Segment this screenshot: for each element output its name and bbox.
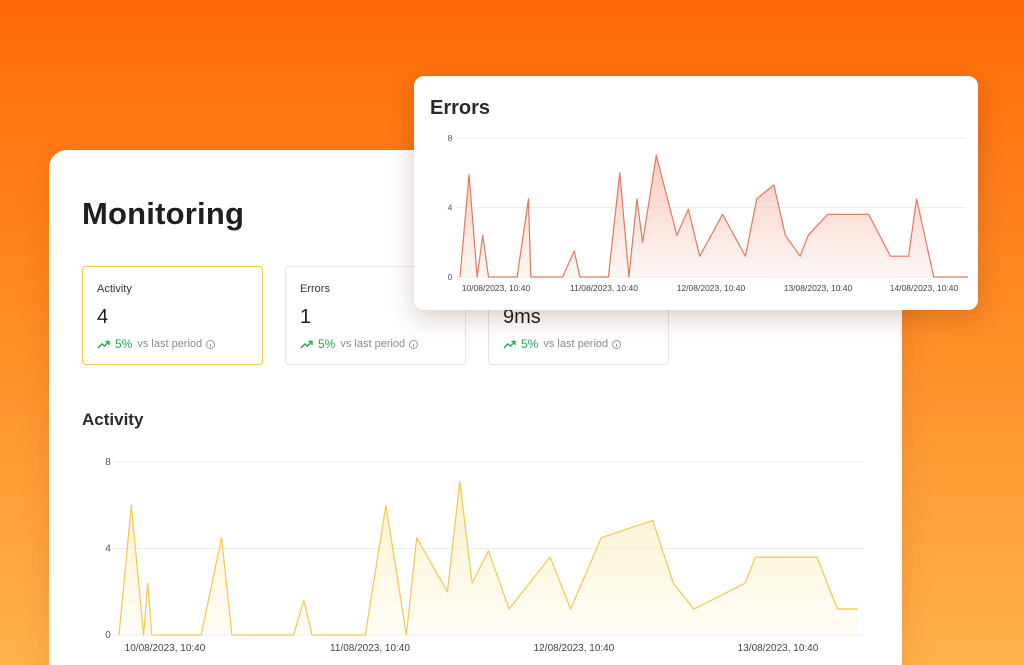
x-tick-label: 10/08/2023, 10:40 <box>462 283 531 293</box>
y-tick-label: 0 <box>105 630 111 641</box>
x-tick-label: 11/08/2023, 10:40 <box>570 283 638 293</box>
errors-chart: 0 4 8 10/08/2023, 10:40 11/08/2023, 10:40 12/… <box>448 133 968 293</box>
errors-card: Errors 0 4 8 10/08/2023, 10:40 11/08/2023, 1… <box>414 76 978 310</box>
x-tick-label: 12/08/2023, 10:40 <box>534 643 615 654</box>
y-tick-label: 8 <box>105 457 111 468</box>
x-tick-label: 14/08/2023, 10:40 <box>890 283 959 293</box>
y-tick-label: 8 <box>448 133 453 143</box>
x-tick-label: 13/08/2023, 10:40 <box>738 643 819 654</box>
series-area <box>460 155 968 277</box>
x-tick-label: 11/08/2023, 10:40 <box>330 643 410 654</box>
y-tick-label: 4 <box>105 544 111 555</box>
y-tick-label: 4 <box>448 203 453 213</box>
y-tick-label: 0 <box>448 272 453 282</box>
x-tick-label: 12/08/2023, 10:40 <box>677 283 746 293</box>
x-tick-label: 10/08/2023, 10:40 <box>125 643 206 654</box>
x-tick-label: 13/08/2023, 10:40 <box>784 283 853 293</box>
